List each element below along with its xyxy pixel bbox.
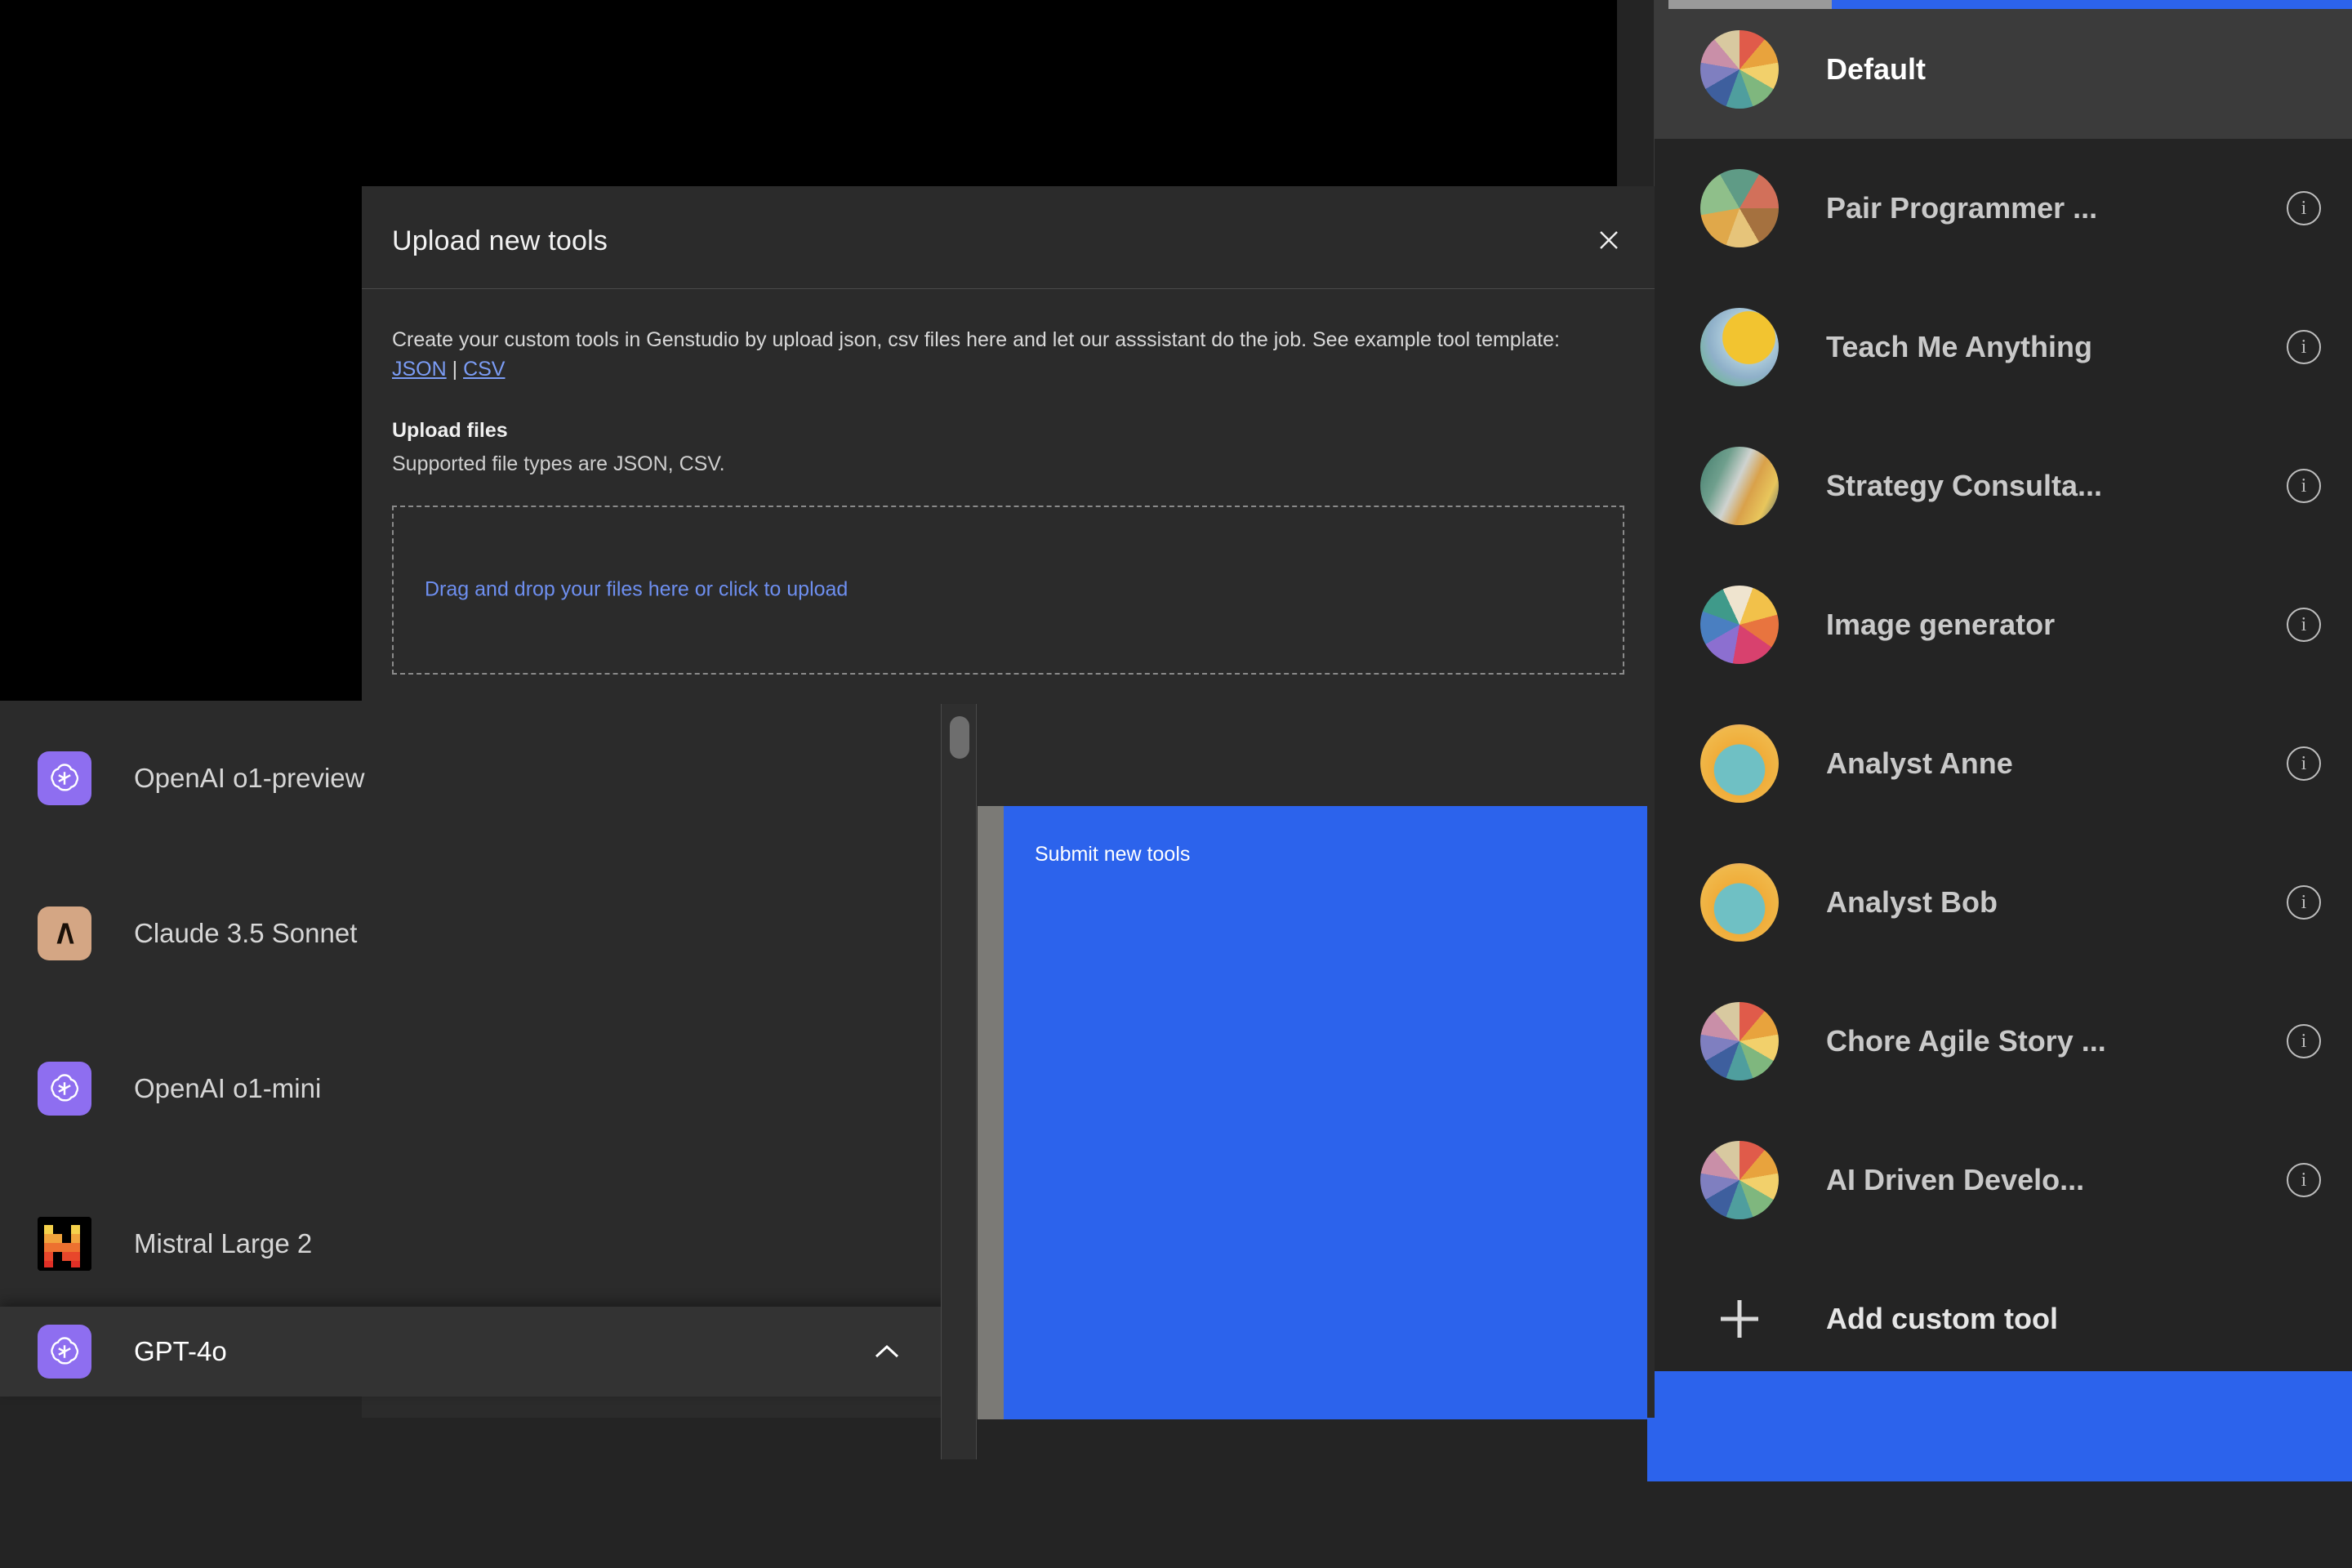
flower-rosette-avatar xyxy=(1700,1141,1779,1219)
csv-template-link[interactable]: CSV xyxy=(463,358,505,381)
info-icon[interactable]: i xyxy=(2287,469,2321,503)
info-icon[interactable]: i xyxy=(2287,330,2321,364)
app-root: Default Pair Programmer ... i Teach Me Anyt… xyxy=(0,0,2352,1568)
tool-label: Chore Agile Story ... xyxy=(1826,1024,2106,1058)
flower-rosette-avatar xyxy=(1700,1002,1779,1080)
model-option-row[interactable]: Mistral Large 2 xyxy=(0,1166,977,1307)
dropzone-label[interactable]: Drag and drop your files here or click t… xyxy=(425,578,848,602)
tool-row[interactable]: Image generator i xyxy=(1655,555,2352,694)
tool-row[interactable]: Strategy Consulta... i xyxy=(1655,416,2352,555)
add-custom-tool-button[interactable]: Add custom tool xyxy=(1655,1250,2352,1388)
dialog-scrollbar-thumb[interactable] xyxy=(950,716,969,759)
model-option-label: OpenAI o1-mini xyxy=(134,1073,322,1103)
plus-icon xyxy=(1700,1280,1779,1358)
tool-label: AI Driven Develo... xyxy=(1826,1163,2085,1196)
submit-new-tools-button[interactable]: Submit new tools xyxy=(1004,806,1647,1419)
elephant-avatar xyxy=(1700,724,1779,803)
feather-fan-avatar xyxy=(1700,586,1779,664)
model-options-list: OpenAI o1-preview Claude 3.5 Sonnet OpenAI… xyxy=(0,701,977,1307)
model-selector-current-label: GPT-4o xyxy=(134,1336,227,1366)
file-dropzone[interactable]: Drag and drop your files here or click t… xyxy=(392,505,1624,675)
add-custom-tool-label: Add custom tool xyxy=(1826,1302,2058,1335)
tool-row[interactable]: Default xyxy=(1655,0,2352,139)
tool-row[interactable]: Analyst Anne i xyxy=(1655,694,2352,833)
info-icon[interactable]: i xyxy=(2287,608,2321,642)
openai-logo-icon xyxy=(38,751,91,805)
horizontal-scrollbar-thumb[interactable] xyxy=(1668,0,1832,9)
anthropic-logo-icon xyxy=(38,906,91,960)
tool-label: Pair Programmer ... xyxy=(1826,191,2098,225)
figure-leaves-avatar xyxy=(1700,447,1779,525)
lion-face-avatar xyxy=(1700,308,1779,386)
elephant-avatar xyxy=(1700,863,1779,942)
info-icon[interactable]: i xyxy=(2287,746,2321,781)
tool-label: Default xyxy=(1826,52,1927,86)
json-template-link[interactable]: JSON xyxy=(392,358,447,381)
dialog-title: Upload new tools xyxy=(392,225,608,256)
tool-label: Analyst Bob xyxy=(1826,885,1998,919)
tool-label: Strategy Consulta... xyxy=(1826,469,2103,502)
info-icon[interactable]: i xyxy=(2287,1163,2321,1197)
mistral-logo-icon xyxy=(38,1217,91,1271)
tool-row[interactable]: Analyst Bob i xyxy=(1655,833,2352,972)
submit-new-tools-label: Submit new tools xyxy=(1035,843,1191,866)
tool-row[interactable]: Chore Agile Story ... i xyxy=(1655,972,2352,1111)
tool-row[interactable]: Pair Programmer ... i xyxy=(1655,139,2352,278)
tool-row[interactable]: AI Driven Develo... i xyxy=(1655,1111,2352,1250)
model-option-row[interactable]: OpenAI o1-preview xyxy=(0,701,977,856)
model-selector-dropdown: OpenAI o1-preview Claude 3.5 Sonnet OpenAI… xyxy=(0,701,977,1307)
openai-logo-icon xyxy=(38,1325,91,1379)
chevron-up-icon[interactable] xyxy=(871,1335,903,1368)
upload-files-heading: Upload files xyxy=(392,418,508,442)
tool-label: Teach Me Anything xyxy=(1826,330,2093,363)
model-option-row[interactable]: Claude 3.5 Sonnet xyxy=(0,856,977,1011)
dialog-description: Create your custom tools in Genstudio by… xyxy=(392,325,1576,385)
supported-file-types-text: Supported file types are JSON, CSV. xyxy=(392,452,725,475)
tools-sidebar: Default Pair Programmer ... i Teach Me Anyt… xyxy=(1654,0,2352,1371)
flower-rosette-avatar xyxy=(1700,30,1779,109)
dialog-description-text: Create your custom tools in Genstudio by… xyxy=(392,328,1560,351)
model-option-row[interactable]: OpenAI o1-mini xyxy=(0,1011,977,1166)
tool-row[interactable]: Teach Me Anything i xyxy=(1655,278,2352,416)
link-separator: | xyxy=(446,358,464,381)
tool-label: Analyst Anne xyxy=(1826,746,2013,780)
tools-list: Default Pair Programmer ... i Teach Me Anyt… xyxy=(1655,0,2352,1250)
dialog-scrollbar-track[interactable] xyxy=(941,704,977,1459)
openai-logo-icon xyxy=(38,1062,91,1116)
model-option-label: Mistral Large 2 xyxy=(134,1228,313,1258)
desk-feathers-avatar xyxy=(1700,169,1779,247)
info-icon[interactable]: i xyxy=(2287,191,2321,225)
model-selector-current[interactable]: GPT-4o xyxy=(0,1307,977,1396)
model-option-label: Claude 3.5 Sonnet xyxy=(134,918,358,948)
inner-scrollbar-track[interactable] xyxy=(978,806,1004,1419)
info-icon[interactable]: i xyxy=(2287,1024,2321,1058)
model-option-label: OpenAI o1-preview xyxy=(134,763,365,793)
info-icon[interactable]: i xyxy=(2287,885,2321,920)
close-icon[interactable] xyxy=(1592,224,1625,256)
dialog-header: Upload new tools xyxy=(362,186,1655,289)
tool-label: Image generator xyxy=(1826,608,2056,641)
